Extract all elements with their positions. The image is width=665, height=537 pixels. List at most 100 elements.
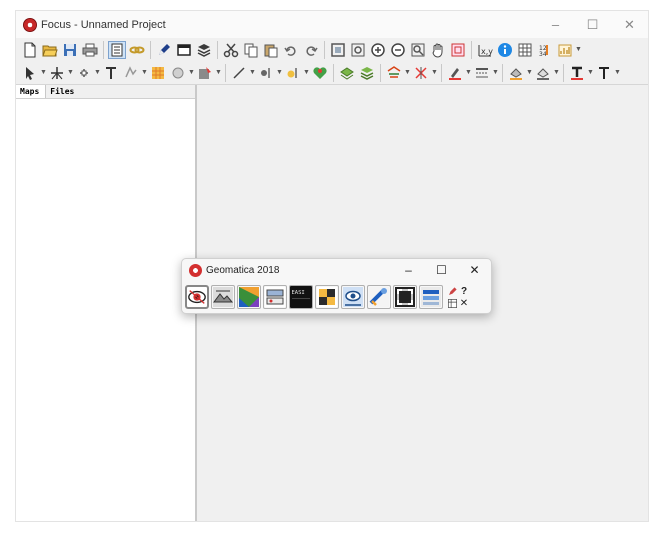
info-icon[interactable]	[496, 41, 514, 59]
easi-icon[interactable]: EASI	[289, 285, 313, 309]
minimize-button[interactable]: –	[537, 11, 574, 38]
toolbar-separator	[471, 40, 472, 59]
screen-layers-icon[interactable]	[419, 285, 443, 309]
algorithm-librarian-icon[interactable]	[263, 285, 287, 309]
add-node-icon[interactable]	[75, 64, 93, 82]
text-T-icon[interactable]	[102, 64, 120, 82]
satellite-icon[interactable]	[367, 285, 391, 309]
zoom-window-icon[interactable]	[449, 41, 467, 59]
line-color-dropdown[interactable]: ▼	[465, 64, 472, 82]
geomatica-minimize-button[interactable]: –	[392, 259, 425, 281]
svg-text:EASI: EASI	[292, 290, 305, 296]
zoom-box-icon[interactable]	[349, 41, 367, 59]
shape-dropdown[interactable]: ▼	[141, 64, 148, 82]
focus-logo-icon	[23, 17, 37, 32]
fill-color-dropdown[interactable]: ▼	[526, 64, 533, 82]
grid-icon[interactable]	[149, 64, 167, 82]
maximize-button[interactable]: ☐	[574, 11, 611, 38]
scene-icon[interactable]	[196, 64, 214, 82]
select-dropdown[interactable]: ▼	[40, 64, 47, 82]
new-file-icon[interactable]	[21, 41, 39, 59]
heart-icon[interactable]	[311, 64, 329, 82]
fill-dropdown[interactable]: ▼	[188, 64, 195, 82]
transform-dropdown[interactable]: ▼	[404, 64, 411, 82]
paste-icon[interactable]	[262, 41, 280, 59]
outline-dropdown[interactable]: ▼	[553, 64, 560, 82]
geomatica-toolbar-window: Geomatica 2018 – ☐ ✕ EASI ? ✕	[181, 258, 492, 314]
line-color-icon[interactable]	[446, 64, 464, 82]
point-icon[interactable]	[257, 64, 275, 82]
copy-icon[interactable]	[242, 41, 260, 59]
xy-coordinate-icon[interactable]: x,y	[476, 41, 494, 59]
point-dropdown[interactable]: ▼	[276, 64, 283, 82]
line-style-icon[interactable]	[473, 64, 491, 82]
bold-T-icon[interactable]	[568, 64, 586, 82]
histogram-icon[interactable]	[556, 41, 574, 59]
redo-icon[interactable]	[302, 41, 320, 59]
save-icon[interactable]	[61, 41, 79, 59]
shape-icon[interactable]	[122, 64, 140, 82]
fill-icon[interactable]	[169, 64, 187, 82]
fill-color-icon[interactable]	[507, 64, 525, 82]
page-icon[interactable]	[108, 40, 126, 59]
close-button[interactable]: ✕	[611, 11, 648, 38]
tab-files[interactable]: Files	[46, 85, 80, 98]
font-T-dropdown[interactable]: ▼	[614, 64, 621, 82]
print-icon[interactable]	[81, 41, 99, 59]
link-icon[interactable]	[128, 41, 146, 59]
pan-hand-icon[interactable]	[429, 41, 447, 59]
layer-stack-icon[interactable]	[338, 64, 356, 82]
style-dropdown[interactable]: ▼	[303, 64, 310, 82]
tab-maps[interactable]: Maps	[16, 85, 47, 98]
cross-icon[interactable]	[412, 64, 430, 82]
line-icon[interactable]	[230, 64, 248, 82]
toolbar-separator	[225, 63, 226, 82]
toolbar-separator	[217, 40, 218, 59]
transform-icon[interactable]	[385, 64, 403, 82]
cut-icon[interactable]	[222, 41, 240, 59]
config-icon[interactable]	[446, 297, 458, 309]
add-node-dropdown[interactable]: ▼	[94, 64, 101, 82]
chip-manager-icon[interactable]	[315, 285, 339, 309]
open-folder-icon[interactable]	[41, 41, 59, 59]
geomatica-close-button[interactable]: ✕	[458, 259, 491, 281]
zoom-extent-icon[interactable]	[329, 41, 347, 59]
zoom-to-layer-icon[interactable]	[409, 41, 427, 59]
layers-icon[interactable]	[195, 41, 213, 59]
toolbar-separator	[380, 63, 381, 82]
zoom-out-icon[interactable]	[389, 41, 407, 59]
pencil-icon[interactable]	[155, 41, 173, 59]
edit-vertex-dropdown[interactable]: ▼	[67, 64, 74, 82]
help-icon[interactable]: ?	[458, 285, 470, 297]
line-style-dropdown[interactable]: ▼	[492, 64, 499, 82]
line-dropdown[interactable]: ▼	[249, 64, 256, 82]
toolbar-separator	[150, 40, 151, 59]
geomatica-maximize-button[interactable]: ☐	[425, 259, 458, 281]
layers-green-icon[interactable]	[358, 64, 376, 82]
zoom-in-icon[interactable]	[369, 41, 387, 59]
toolbar-separator	[502, 63, 503, 82]
style-icon[interactable]	[284, 64, 302, 82]
edit-toolbar: ▼ ▼ ▼ ▼ ▼ ▼ ▼ ▼ ▼ ▼ ▼ ▼ ▼ ▼ ▼ ▼ ▼	[16, 61, 648, 85]
undo-icon[interactable]	[282, 41, 300, 59]
outline-icon[interactable]	[534, 64, 552, 82]
scene-dropdown[interactable]: ▼	[215, 64, 222, 82]
font-T-icon[interactable]	[595, 64, 613, 82]
fullscreen-icon[interactable]	[393, 285, 417, 309]
table-icon[interactable]	[516, 41, 534, 59]
window-icon[interactable]	[175, 41, 193, 59]
close-icon[interactable]: ✕	[458, 297, 470, 309]
ortho-engine-icon[interactable]	[211, 285, 235, 309]
measure-icon[interactable]: 12 34	[536, 41, 554, 59]
modeler-icon[interactable]	[237, 285, 261, 309]
select-arrow-icon[interactable]	[21, 64, 39, 82]
bold-T-dropdown[interactable]: ▼	[587, 64, 594, 82]
cross-dropdown[interactable]: ▼	[431, 64, 438, 82]
pencil-small-icon[interactable]	[446, 285, 458, 297]
geomatica-title-bar[interactable]: Geomatica 2018 – ☐ ✕	[182, 259, 491, 281]
focus-eye-icon[interactable]	[185, 285, 209, 309]
edit-vertex-icon[interactable]	[48, 64, 66, 82]
histogram-dropdown[interactable]: ▼	[575, 41, 582, 59]
geomatica-mini-tools: ? ✕	[446, 285, 470, 309]
smart-digitizer-icon[interactable]	[341, 285, 365, 309]
